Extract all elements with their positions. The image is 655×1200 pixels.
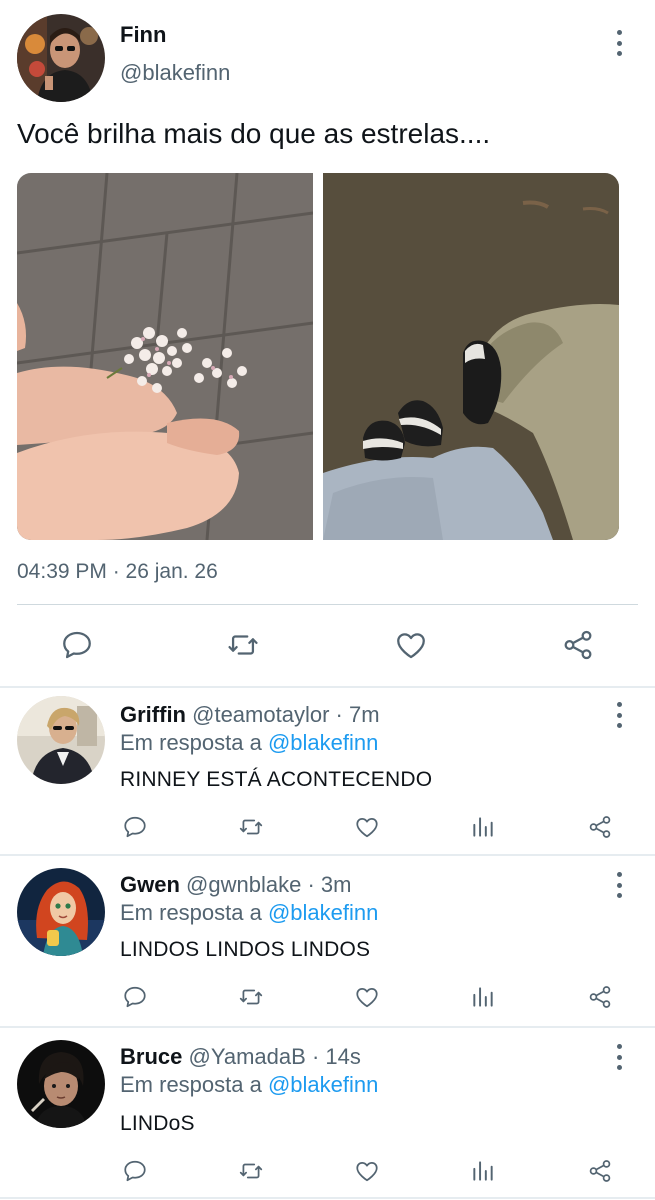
- divider: [0, 854, 655, 856]
- share-icon[interactable]: [586, 984, 614, 1010]
- avatar[interactable]: [17, 1040, 105, 1128]
- comment-icon[interactable]: [121, 814, 149, 840]
- reply-text: RINNEY ESTÁ ACONTECENDO: [120, 768, 433, 791]
- like-icon[interactable]: [353, 814, 381, 840]
- reply-header: Griffin @teamotaylor · 7m: [120, 702, 380, 728]
- user-handle[interactable]: @gwnblake: [186, 872, 301, 897]
- analytics-icon[interactable]: [470, 1158, 496, 1184]
- display-name[interactable]: Griffin: [120, 702, 186, 727]
- reply-tweet[interactable]: Gwen @gwnblake · 3m Em resposta a @blake…: [0, 858, 655, 1028]
- comment-icon[interactable]: [121, 1158, 149, 1184]
- like-icon[interactable]: [353, 1158, 381, 1184]
- share-icon[interactable]: [560, 628, 596, 662]
- tweet-photo-flowers[interactable]: [17, 173, 313, 540]
- tweet-text: Você brilha mais do que as estrelas....: [17, 118, 491, 149]
- separator-dot: ·: [307, 872, 315, 897]
- replying-to-label: Em resposta a: [120, 900, 262, 925]
- reply-time[interactable]: 3m: [321, 872, 352, 897]
- retweet-icon[interactable]: [225, 628, 261, 662]
- divider: [0, 1197, 655, 1199]
- user-handle[interactable]: @teamotaylor: [192, 702, 329, 727]
- retweet-icon[interactable]: [236, 814, 266, 840]
- reply-header: Gwen @gwnblake · 3m: [120, 872, 351, 898]
- reply-time[interactable]: 7m: [349, 702, 380, 727]
- retweet-icon[interactable]: [236, 984, 266, 1010]
- comment-icon[interactable]: [121, 984, 149, 1010]
- retweet-icon[interactable]: [236, 1158, 266, 1184]
- divider: [17, 604, 638, 605]
- avatar[interactable]: [17, 14, 105, 102]
- mention-link[interactable]: @blakefinn: [268, 730, 378, 755]
- analytics-icon[interactable]: [470, 814, 496, 840]
- mention-link[interactable]: @blakefinn: [268, 900, 378, 925]
- display-name[interactable]: Gwen: [120, 872, 180, 897]
- tweet-photo-shoes[interactable]: [323, 173, 619, 540]
- display-name[interactable]: Finn: [120, 22, 166, 48]
- main-tweet: Finn @blakefinn Você brilha mais do que …: [0, 0, 655, 688]
- reply-text: LINDOS LINDOS LINDOS: [120, 938, 371, 961]
- share-icon[interactable]: [586, 1158, 614, 1184]
- reply-header: Bruce @YamadaB · 14s: [120, 1044, 361, 1070]
- separator-dot: ·: [335, 702, 343, 727]
- more-options-icon[interactable]: [613, 1044, 625, 1070]
- more-options-icon[interactable]: [613, 872, 625, 898]
- comment-icon[interactable]: [60, 628, 94, 662]
- avatar[interactable]: [17, 868, 105, 956]
- replying-to-label: Em resposta a: [120, 1072, 262, 1097]
- divider: [0, 1026, 655, 1028]
- reply-tweet[interactable]: Griffin @teamotaylor · 7m Em resposta a …: [0, 688, 655, 858]
- mention-link[interactable]: @blakefinn: [268, 1072, 378, 1097]
- separator-dot: ·: [311, 1044, 320, 1069]
- tweet-timestamp[interactable]: 04:39 PM · 26 jan. 26: [17, 560, 218, 584]
- reply-text: LINDoS: [120, 1112, 195, 1135]
- replying-to-label: Em resposta a: [120, 730, 262, 755]
- more-options-icon[interactable]: [613, 702, 625, 728]
- like-icon[interactable]: [353, 984, 381, 1010]
- replying-to: Em resposta a @blakefinn: [120, 900, 378, 926]
- replying-to: Em resposta a @blakefinn: [120, 730, 378, 756]
- user-handle[interactable]: @blakefinn: [120, 60, 230, 86]
- replying-to: Em resposta a @blakefinn: [120, 1072, 378, 1098]
- analytics-icon[interactable]: [470, 984, 496, 1010]
- user-handle[interactable]: @YamadaB: [188, 1044, 305, 1069]
- more-options-icon[interactable]: [613, 30, 625, 56]
- reply-time[interactable]: 14s: [325, 1044, 360, 1069]
- avatar[interactable]: [17, 696, 105, 784]
- like-icon[interactable]: [393, 628, 429, 662]
- display-name[interactable]: Bruce: [120, 1044, 182, 1069]
- share-icon[interactable]: [586, 814, 614, 840]
- reply-tweet[interactable]: Bruce @YamadaB · 14s Em resposta a @blak…: [0, 1030, 655, 1200]
